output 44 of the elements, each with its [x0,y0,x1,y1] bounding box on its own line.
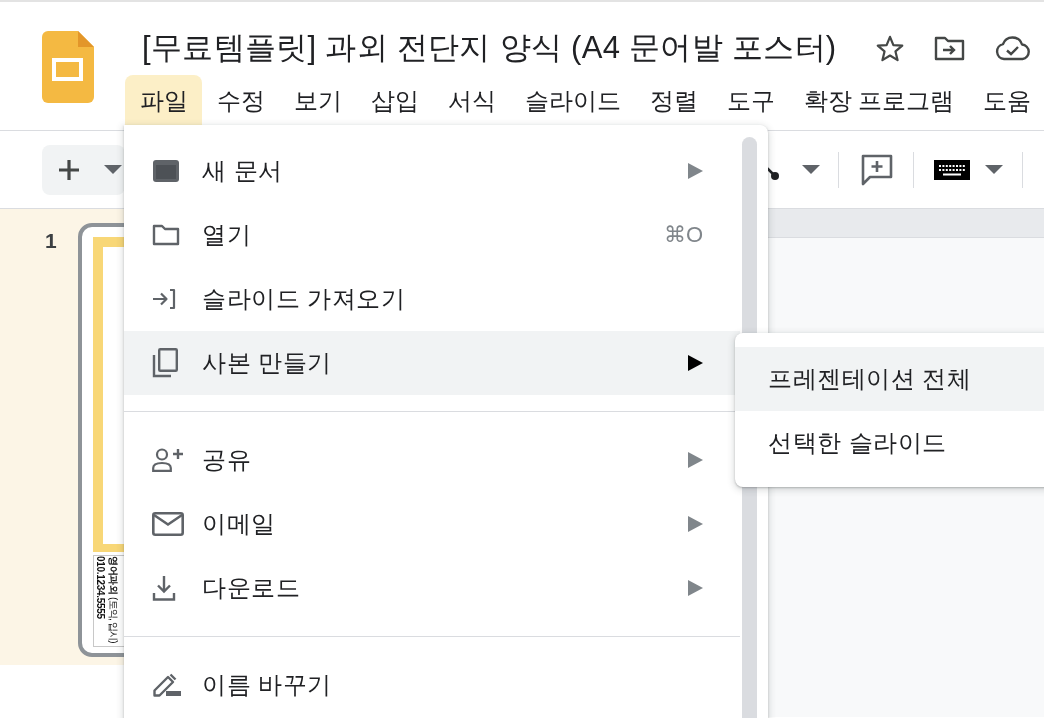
caret-icon [985,165,1003,174]
menu-item[interactable]: 이메일 [124,492,740,556]
caret-icon [104,165,122,174]
copy-icon [152,348,178,378]
person-add-icon [152,448,184,472]
menu-item[interactable]: 다운로드 [124,556,740,620]
menu-item[interactable]: 새 문서 [124,139,740,203]
menu-bar-item[interactable]: 도움 [968,75,1044,127]
import-icon [152,288,176,310]
menu-bar-item[interactable]: 확장 프로그램 [789,75,969,127]
slide-heading-text: 영어과외 [107,556,120,594]
folder-icon [152,224,180,246]
menu-bar-item[interactable]: 파일 [125,75,202,127]
plus-icon [58,158,80,181]
menu-bar-item[interactable]: 삽입 [356,75,433,127]
submenu-item[interactable]: 프레젠테이션 전체 [735,347,1044,411]
slide-number: 1 [44,229,58,254]
cloud-check-icon[interactable] [995,35,1032,61]
download-icon [152,575,176,601]
folder-move-icon[interactable] [934,35,966,61]
menu-bar-item[interactable]: 정렬 [635,75,712,127]
mail-icon [152,512,184,536]
input-tools-button[interactable] [934,159,1003,180]
slide-subheading-text: (토익, 입시) [107,597,120,643]
menu-bar-item[interactable]: 서식 [433,75,510,127]
menu-item[interactable]: 사본 만들기 [124,331,740,395]
window-icon [152,159,180,183]
new-slide-button[interactable] [42,144,125,195]
phone-number-text: 010.1234.5555 [94,556,107,619]
menu-item[interactable]: 열기 ⌘O [124,203,740,267]
add-comment-button[interactable] [861,153,893,186]
menu-bar-item[interactable]: 도구 [712,75,789,127]
menu-item[interactable]: 이름 바꾸기 [124,653,740,717]
menu-bar-item[interactable]: 슬라이드 [510,75,635,127]
pencil-icon [152,672,182,698]
menu-item[interactable]: 슬라이드 가져오기 [124,267,740,331]
shortcut-text: ⌘O [663,222,703,248]
keyboard-icon [934,159,970,180]
comment-plus-icon [861,153,893,186]
menu-bar-item[interactable]: 수정 [202,75,279,127]
star-icon[interactable] [876,34,905,62]
document-title[interactable]: [무료템플릿] 과외 전단지 양식 (A4 문어발 포스터) [142,27,837,69]
menu-bar-item[interactable]: 보기 [279,75,356,127]
caret-icon [802,165,820,174]
